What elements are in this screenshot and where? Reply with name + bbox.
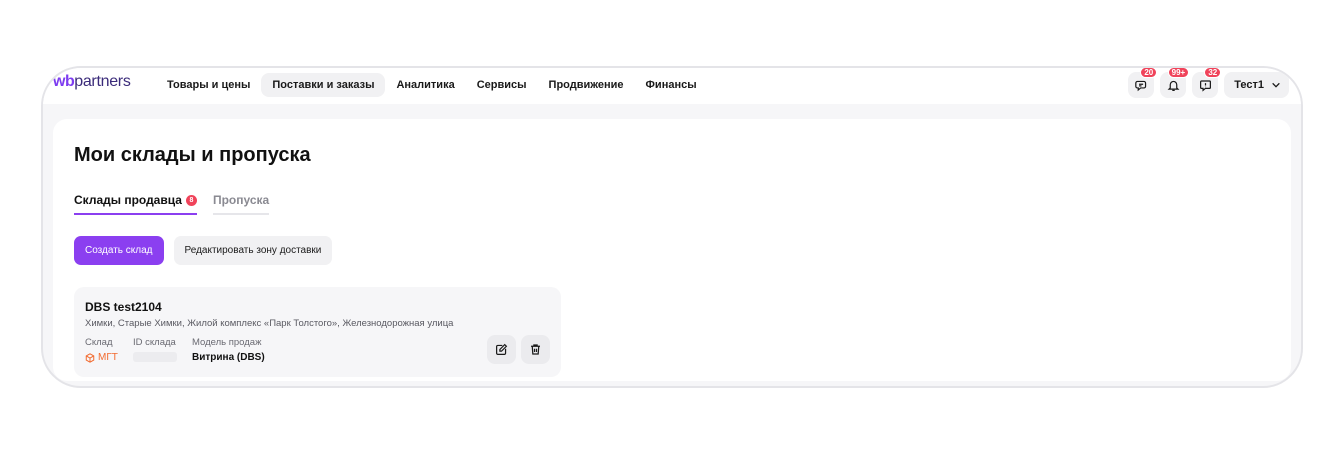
- user-name: Тест1: [1234, 79, 1264, 91]
- main-content-card: Мои склады и пропуска Склады продавца 8 …: [53, 119, 1291, 381]
- nav-item-supplies-orders[interactable]: Поставки и заказы: [261, 73, 386, 97]
- warehouse-field-model: Модель продаж Витрина (DBS): [192, 337, 265, 363]
- notifications-button[interactable]: 99+: [1160, 68, 1190, 98]
- warehouse-name: DBS test2104: [85, 300, 162, 314]
- warehouse-id-label: ID склада: [133, 337, 176, 348]
- edit-warehouse-button[interactable]: [487, 335, 516, 364]
- page-title: Мои склады и пропуска: [74, 144, 311, 166]
- chat-badge: 20: [1140, 68, 1158, 78]
- tab-count-badge: 8: [185, 194, 197, 206]
- warehouse-id-hidden-value: [133, 352, 177, 362]
- top-navigation-bar: wbpartners Товары и цены Поставки и зака…: [43, 68, 1301, 104]
- warehouse-field-id: ID склада: [133, 337, 177, 362]
- bell-icon: [1167, 80, 1180, 91]
- nav-item-promotion[interactable]: Продвижение: [538, 73, 635, 97]
- warehouse-field-warehouse: Склад МГТ: [85, 337, 118, 363]
- chat-icon: [1134, 80, 1146, 91]
- box-icon: [85, 352, 95, 363]
- tab-label: Склады продавца: [74, 193, 182, 207]
- sales-model-label: Модель продаж: [192, 337, 262, 348]
- feedback-icon: [1199, 79, 1211, 92]
- trash-icon: [531, 344, 540, 355]
- nav-item-products-prices[interactable]: Товары и цены: [156, 73, 261, 97]
- header-tools: 20 99+ 32 Тест1: [1128, 68, 1289, 98]
- nav-item-analytics[interactable]: Аналитика: [385, 73, 465, 97]
- edit-icon: [496, 343, 508, 355]
- nav-item-services[interactable]: Сервисы: [466, 73, 538, 97]
- edit-delivery-zone-button[interactable]: Редактировать зону доставки: [173, 236, 333, 265]
- main-nav: Товары и цены Поставки и заказы Аналитик…: [156, 73, 708, 97]
- warehouse-value-text: МГТ: [98, 352, 118, 363]
- warehouse-label: Склад: [85, 337, 113, 348]
- action-buttons: Создать склад Редактировать зону доставк…: [74, 236, 333, 265]
- app-frame: wbpartners Товары и цены Поставки и зака…: [41, 66, 1303, 388]
- chevron-down-icon: [1272, 82, 1280, 88]
- feedback-badge: 32: [1204, 68, 1222, 78]
- notifications-badge: 99+: [1167, 68, 1190, 78]
- warehouse-address: Химки, Старые Химки, Жилой комплекс «Пар…: [85, 318, 454, 329]
- user-menu-button[interactable]: Тест1: [1224, 72, 1289, 98]
- sales-model-value: Витрина (DBS): [192, 352, 265, 363]
- warehouse-card: DBS test2104 Химки, Старые Химки, Жилой …: [74, 287, 561, 377]
- create-warehouse-button[interactable]: Создать склад: [74, 236, 164, 265]
- tabs: Склады продавца 8 Пропуска: [74, 193, 270, 215]
- tab-sellers-warehouses[interactable]: Склады продавца 8: [74, 193, 197, 215]
- delete-warehouse-button[interactable]: [521, 335, 550, 364]
- feedback-button[interactable]: 32: [1192, 68, 1222, 98]
- tab-passes[interactable]: Пропуска: [212, 193, 270, 215]
- warehouse-value: МГТ: [85, 352, 118, 363]
- chat-button[interactable]: 20: [1128, 68, 1158, 98]
- wbpartners-logo[interactable]: wbpartners: [53, 73, 131, 91]
- tab-label: Пропуска: [212, 193, 270, 207]
- nav-item-finance[interactable]: Финансы: [635, 73, 708, 97]
